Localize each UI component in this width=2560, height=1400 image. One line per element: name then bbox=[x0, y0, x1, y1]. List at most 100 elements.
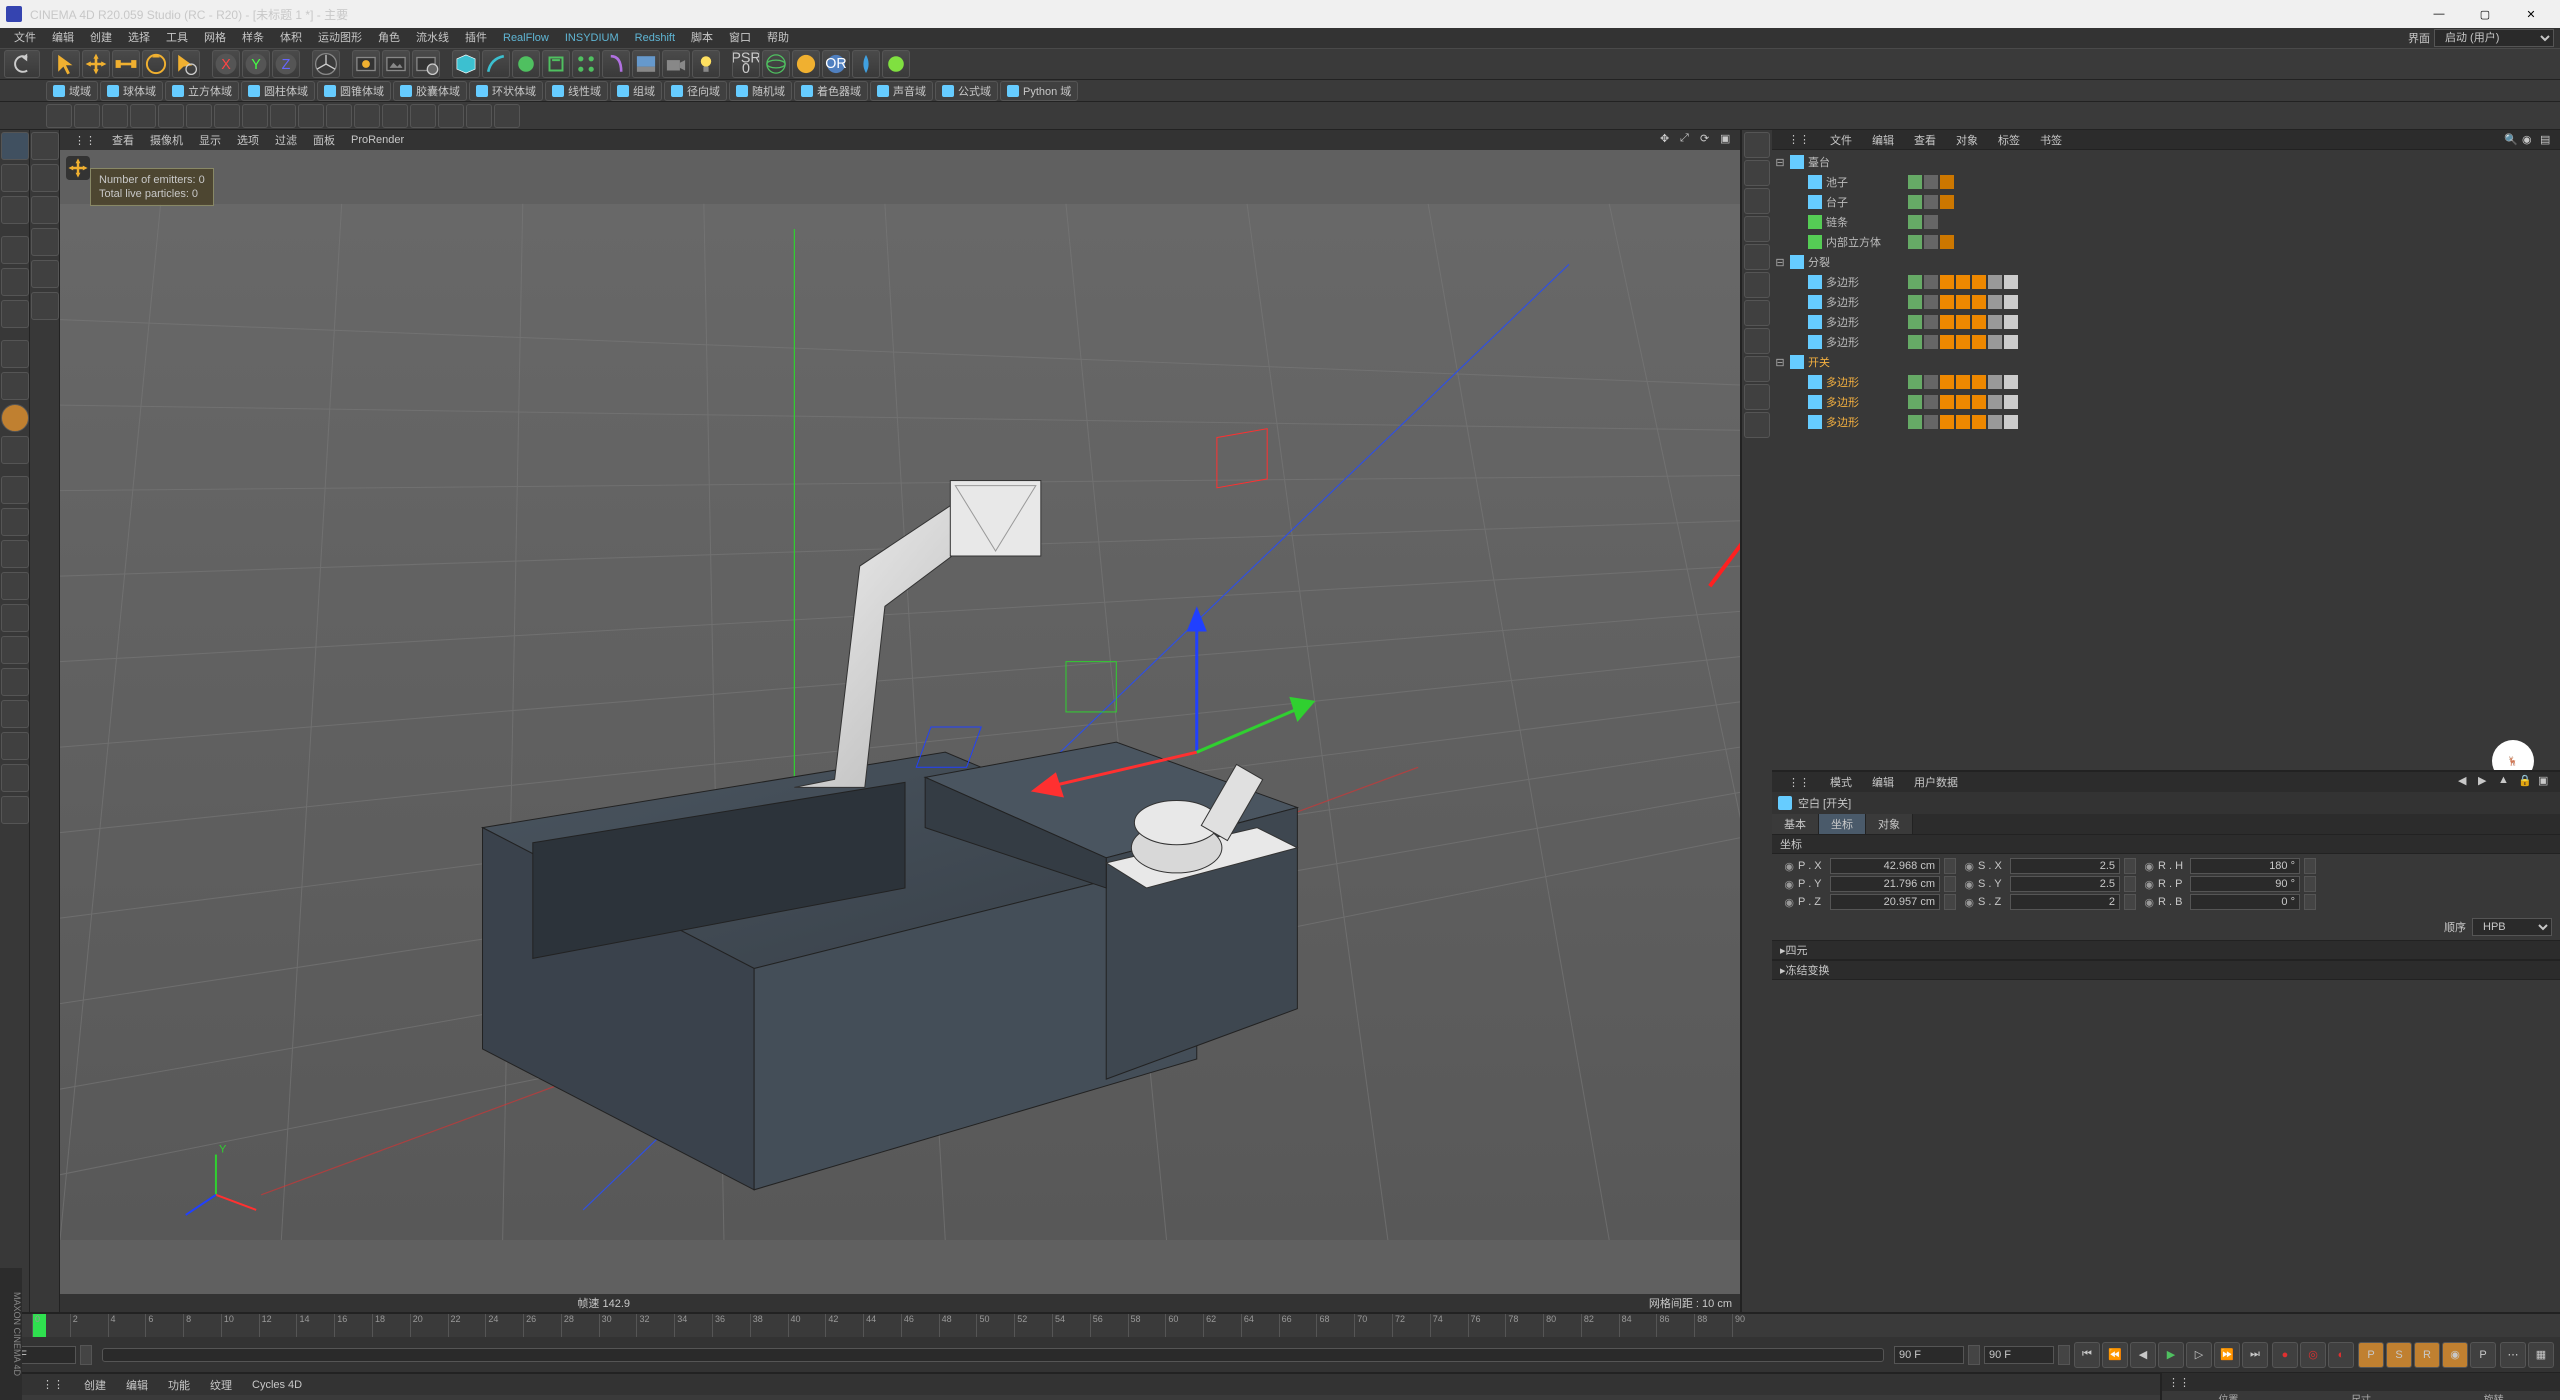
key-pos-button[interactable]: P bbox=[2358, 1342, 2384, 1368]
select-tool[interactable] bbox=[52, 50, 80, 78]
lt-4[interactable] bbox=[31, 260, 59, 288]
prev-key-button[interactable]: ⏪ bbox=[2102, 1342, 2128, 1368]
rc-8[interactable] bbox=[1744, 356, 1770, 382]
record-button[interactable]: ● bbox=[2272, 1342, 2298, 1368]
menu-create[interactable]: 创建 bbox=[82, 28, 120, 48]
keyselection-button[interactable]: ◐ bbox=[2328, 1342, 2354, 1368]
timeline-range-slider[interactable] bbox=[102, 1348, 1884, 1362]
lm-f[interactable] bbox=[1, 636, 29, 664]
obj-child-1-3[interactable]: 内部立方体 bbox=[1774, 232, 2558, 252]
menu-insydium[interactable]: INSYDIUM bbox=[557, 28, 627, 48]
realflow-button[interactable] bbox=[852, 50, 880, 78]
rc-1[interactable] bbox=[1744, 160, 1770, 186]
objtab-file[interactable]: 文件 bbox=[1820, 130, 1862, 150]
objtab-bookmarks[interactable]: 书签 bbox=[2030, 130, 2072, 150]
vp-menu-prorender[interactable]: ProRender bbox=[343, 132, 412, 148]
obj-child-2-2[interactable]: 多边形 bbox=[1774, 312, 2558, 332]
scale-tool[interactable] bbox=[112, 50, 140, 78]
vp-nav-orbit-icon[interactable]: ⟳ bbox=[1700, 132, 1716, 148]
attr-head-edit[interactable]: 编辑 bbox=[1862, 772, 1904, 792]
vp-menu-camera[interactable]: 摄像机 bbox=[142, 130, 191, 150]
matmenu-function[interactable]: 功能 bbox=[158, 1375, 200, 1395]
st-16[interactable] bbox=[494, 104, 520, 128]
vp-grip-icon[interactable]: ⋮⋮ bbox=[66, 132, 104, 149]
menu-tools[interactable]: 工具 bbox=[158, 28, 196, 48]
matmenu-edit[interactable]: 编辑 bbox=[116, 1375, 158, 1395]
coord-rp[interactable] bbox=[2190, 876, 2300, 892]
obj-root-3[interactable]: ⊟开关 bbox=[1774, 352, 2558, 372]
vp-menu-display[interactable]: 显示 bbox=[191, 130, 229, 150]
attr-prev-icon[interactable]: ◀ bbox=[2458, 774, 2474, 790]
obj-child-3-1[interactable]: 多边形 bbox=[1774, 392, 2558, 412]
key-pla-button[interactable]: P bbox=[2470, 1342, 2496, 1368]
spinner-icon[interactable] bbox=[1944, 858, 1956, 874]
lm-c[interactable] bbox=[1, 540, 29, 568]
rc-10[interactable] bbox=[1744, 412, 1770, 438]
timeline-ruler[interactable]: 0246810121416182022242628303234363840424… bbox=[0, 1314, 2560, 1337]
spinner-icon[interactable] bbox=[2124, 894, 2136, 910]
attr-section-freeze[interactable]: ▸ 冻结变换 bbox=[1772, 960, 2560, 980]
menu-mograph[interactable]: 运动图形 bbox=[310, 28, 370, 48]
layout-select[interactable]: 启动 (用户) bbox=[2434, 29, 2554, 47]
mode-worksnap[interactable] bbox=[1, 404, 29, 432]
attr-section-quat[interactable]: ▸ 四元 bbox=[1772, 940, 2560, 960]
domain-btn-12[interactable]: 声音域 bbox=[870, 81, 933, 101]
menu-help[interactable]: 帮助 bbox=[759, 28, 797, 48]
coord-px[interactable] bbox=[1830, 858, 1940, 874]
content-browser-button[interactable] bbox=[792, 50, 820, 78]
rc-5[interactable] bbox=[1744, 272, 1770, 298]
rotation-order-select[interactable]: HPB bbox=[2472, 918, 2552, 936]
mode-axis[interactable] bbox=[1, 340, 29, 368]
domain-btn-1[interactable]: 球体域 bbox=[100, 81, 163, 101]
objmgr-search-icon[interactable]: 🔍 bbox=[2504, 133, 2518, 147]
key-scl-button[interactable]: S bbox=[2386, 1342, 2412, 1368]
rc-3[interactable] bbox=[1744, 216, 1770, 242]
recent-tool[interactable] bbox=[172, 50, 200, 78]
lm-g[interactable] bbox=[1, 668, 29, 696]
viewport-3d[interactable]: Y Number of emitters: 0 Total live parti… bbox=[60, 150, 1740, 1294]
deformer-bend[interactable] bbox=[602, 50, 630, 78]
menu-window[interactable]: 窗口 bbox=[721, 28, 759, 48]
menu-redshift[interactable]: Redshift bbox=[627, 28, 683, 48]
domain-btn-5[interactable]: 胶囊体域 bbox=[393, 81, 467, 101]
menu-spline[interactable]: 样条 bbox=[234, 28, 272, 48]
goto-start-button[interactable]: ⏮ bbox=[2074, 1342, 2100, 1368]
obj-child-3-2[interactable]: 多边形 bbox=[1774, 412, 2558, 432]
obj-child-1-2[interactable]: 链条 bbox=[1774, 212, 2558, 232]
autokey-button[interactable]: ◎ bbox=[2300, 1342, 2326, 1368]
lt-5[interactable] bbox=[31, 292, 59, 320]
generator-subd[interactable] bbox=[512, 50, 540, 78]
axis-y[interactable]: Y bbox=[242, 50, 270, 78]
render-picture[interactable] bbox=[382, 50, 410, 78]
mode-snap[interactable] bbox=[1, 372, 29, 400]
obj-child-2-3[interactable]: 多边形 bbox=[1774, 332, 2558, 352]
coord-sz[interactable] bbox=[2010, 894, 2120, 910]
menu-volume[interactable]: 体积 bbox=[272, 28, 310, 48]
rc-7[interactable] bbox=[1744, 328, 1770, 354]
obj-root-1[interactable]: ⊟臺台 bbox=[1774, 152, 2558, 172]
coord-sy[interactable] bbox=[2010, 876, 2120, 892]
lm-k[interactable] bbox=[1, 796, 29, 824]
objtab-objects[interactable]: 对象 bbox=[1946, 130, 1988, 150]
lm-d[interactable] bbox=[1, 572, 29, 600]
rotate-tool[interactable] bbox=[142, 50, 170, 78]
mode-softselect[interactable] bbox=[1, 436, 29, 464]
maximize-button[interactable]: ▢ bbox=[2462, 0, 2508, 28]
goto-end-button[interactable]: ⏭ bbox=[2242, 1342, 2268, 1368]
menu-mesh[interactable]: 网格 bbox=[196, 28, 234, 48]
obj-child-1-1[interactable]: 台子 bbox=[1774, 192, 2558, 212]
lt-3[interactable] bbox=[31, 228, 59, 256]
domain-btn-8[interactable]: 组域 bbox=[610, 81, 662, 101]
lm-b[interactable] bbox=[1, 508, 29, 536]
camera-button[interactable] bbox=[662, 50, 690, 78]
next-frame-button[interactable]: ▷ bbox=[2186, 1342, 2212, 1368]
menu-script[interactable]: 脚本 bbox=[683, 28, 721, 48]
st-1[interactable] bbox=[74, 104, 100, 128]
play-forward-button[interactable]: ▶ bbox=[2158, 1342, 2184, 1368]
tl-opt-a[interactable]: ⋯ bbox=[2500, 1342, 2526, 1368]
matmenu-texture[interactable]: 纹理 bbox=[200, 1375, 242, 1395]
spinner-icon[interactable] bbox=[2058, 1345, 2070, 1365]
rc-6[interactable] bbox=[1744, 300, 1770, 326]
lm-i[interactable] bbox=[1, 732, 29, 760]
material-manager[interactable] bbox=[0, 1395, 2160, 1400]
